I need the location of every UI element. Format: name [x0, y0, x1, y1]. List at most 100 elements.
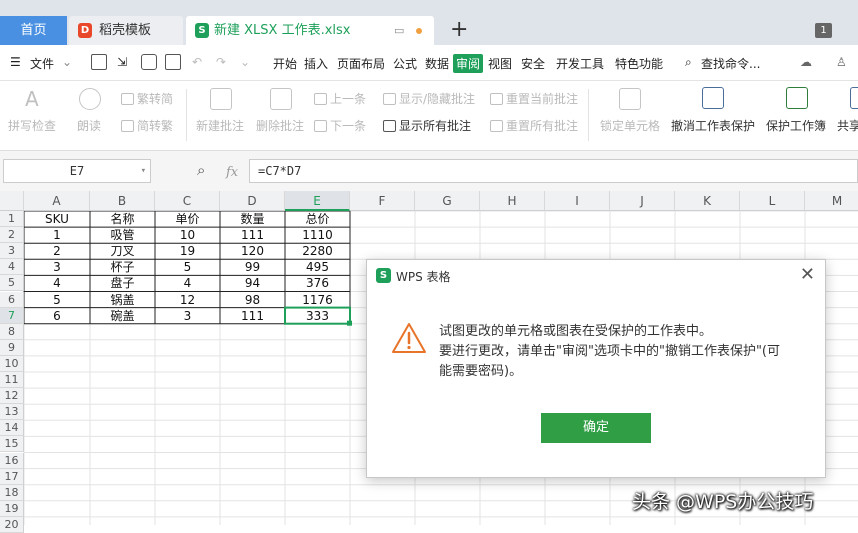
table-cell[interactable]: 2	[24, 243, 90, 259]
menu-page-layout[interactable]: 页面布局	[337, 55, 385, 72]
menu-start[interactable]: 开始	[273, 55, 297, 72]
share-button[interactable]: 共享	[837, 117, 858, 134]
table-cell[interactable]: 4	[24, 275, 90, 291]
row-header-15[interactable]: 15	[0, 436, 24, 453]
select-all-corner[interactable]	[0, 191, 24, 211]
menu-data[interactable]: 数据	[425, 55, 449, 72]
export-icon[interactable]: ⇲	[117, 55, 127, 69]
row-header-7[interactable]: 7	[0, 307, 24, 324]
table-cell[interactable]: 376	[285, 275, 350, 291]
table-cell[interactable]: 吸管	[90, 227, 155, 243]
pin-icon[interactable]: ▭	[394, 16, 404, 45]
row-header-16[interactable]: 16	[0, 452, 24, 469]
table-header-cell[interactable]: 名称	[90, 211, 155, 227]
print-preview-icon[interactable]	[165, 54, 181, 70]
trad-to-simp-button[interactable]: 繁转简	[121, 90, 173, 107]
column-header-g[interactable]: G	[415, 191, 480, 211]
table-cell[interactable]: 99	[220, 259, 285, 275]
row-header-17[interactable]: 17	[0, 468, 24, 485]
ok-button[interactable]: 确定	[541, 413, 651, 443]
table-cell[interactable]: 1176	[285, 292, 350, 308]
row-header-9[interactable]: 9	[0, 339, 24, 356]
menu-view[interactable]: 视图	[488, 55, 512, 72]
column-header-j[interactable]: J	[610, 191, 675, 211]
protect-workbook-button[interactable]: 保护工作簿	[766, 117, 826, 134]
table-cell[interactable]: 111	[220, 308, 285, 324]
reset-all-comments-button[interactable]: 重置所有批注	[490, 117, 578, 134]
row-header-19[interactable]: 19	[0, 500, 24, 517]
table-cell[interactable]: 94	[220, 275, 285, 291]
table-cell[interactable]: 12	[155, 292, 220, 308]
name-box[interactable]: E7 ▾	[3, 159, 151, 183]
table-header-cell[interactable]: 总价	[285, 211, 350, 227]
table-cell[interactable]: 495	[285, 259, 350, 275]
unprotect-sheet-button[interactable]: 撤消工作表保护	[671, 117, 755, 134]
next-comment-button[interactable]: 下一条	[314, 117, 366, 134]
row-header-18[interactable]: 18	[0, 484, 24, 501]
row-header-1[interactable]: 1	[0, 211, 24, 227]
column-header-m[interactable]: M	[805, 191, 858, 211]
show-hide-comments-button[interactable]: 显示/隐藏批注	[383, 90, 475, 107]
row-header-6[interactable]: 6	[0, 291, 24, 308]
row-header-13[interactable]: 13	[0, 404, 24, 421]
formula-input[interactable]: =C7*D7	[249, 159, 858, 183]
table-cell[interactable]: 1110	[285, 227, 350, 243]
table-cell[interactable]: 3	[155, 308, 220, 324]
search-icon[interactable]: ⌕	[685, 55, 692, 70]
fx-icon[interactable]: fx	[226, 165, 238, 180]
command-search[interactable]: 查找命令...	[701, 55, 760, 72]
table-cell[interactable]: 6	[24, 308, 90, 324]
column-header-d[interactable]: D	[220, 191, 285, 211]
column-header-c[interactable]: C	[155, 191, 220, 211]
table-cell[interactable]: 98	[220, 292, 285, 308]
column-header-h[interactable]: H	[480, 191, 545, 211]
simp-to-trad-button[interactable]: 简转繁	[121, 117, 173, 134]
show-all-comments-button[interactable]: 显示所有批注	[383, 117, 471, 134]
row-header-12[interactable]: 12	[0, 388, 24, 405]
column-header-k[interactable]: K	[675, 191, 740, 211]
menu-insert[interactable]: 插入	[304, 55, 328, 72]
tab-home[interactable]: 首页	[0, 16, 67, 45]
spell-check-button[interactable]: 拼写检查	[8, 117, 56, 134]
table-cell[interactable]: 锅盖	[90, 292, 155, 308]
table-cell[interactable]: 120	[220, 243, 285, 259]
row-header-5[interactable]: 5	[0, 275, 24, 292]
prev-comment-button[interactable]: 上一条	[314, 90, 366, 107]
table-header-cell[interactable]: SKU	[24, 211, 90, 227]
undo-icon[interactable]: ↶	[192, 55, 202, 69]
new-comment-button[interactable]: 新建批注	[196, 117, 244, 134]
tab-template[interactable]: D 稻壳模板	[69, 16, 183, 45]
table-cell[interactable]: 111	[220, 227, 285, 243]
table-cell[interactable]: 10	[155, 227, 220, 243]
user-icon[interactable]: ♙	[836, 55, 847, 69]
menu-developer[interactable]: 开发工具	[556, 55, 604, 72]
chevron-down-icon[interactable]: ▾	[141, 160, 146, 182]
row-header-11[interactable]: 11	[0, 372, 24, 388]
column-header-e[interactable]: E	[285, 191, 350, 211]
lock-cell-button[interactable]: 锁定单元格	[600, 117, 660, 134]
column-header-l[interactable]: L	[740, 191, 805, 211]
zoom-icon[interactable]: ⌕	[197, 161, 205, 179]
column-header-i[interactable]: I	[545, 191, 610, 211]
table-cell[interactable]: 5	[155, 259, 220, 275]
tab-document[interactable]: S 新建 XLSX 工作表.xlsx ▭	[186, 16, 434, 45]
new-tab-button[interactable]: +	[450, 17, 468, 43]
row-header-8[interactable]: 8	[0, 323, 24, 340]
table-cell[interactable]: 19	[155, 243, 220, 259]
save-icon[interactable]	[91, 54, 107, 70]
hamburger-icon[interactable]: ☰	[10, 55, 21, 69]
table-cell[interactable]: 3	[24, 259, 90, 275]
print-icon[interactable]	[141, 54, 157, 70]
chevron-down-icon[interactable]: ⌄	[62, 55, 72, 69]
row-header-10[interactable]: 10	[0, 355, 24, 372]
table-cell[interactable]: 2280	[285, 243, 350, 259]
column-header-f[interactable]: F	[350, 191, 415, 211]
row-header-14[interactable]: 14	[0, 420, 24, 437]
row-header-2[interactable]: 2	[0, 227, 24, 244]
menu-features[interactable]: 特色功能	[615, 55, 663, 72]
table-cell[interactable]: 333	[285, 308, 350, 324]
table-cell[interactable]: 4	[155, 275, 220, 291]
table-header-cell[interactable]: 数量	[220, 211, 285, 227]
table-cell[interactable]: 碗盖	[90, 308, 155, 324]
column-header-a[interactable]: A	[24, 191, 90, 211]
